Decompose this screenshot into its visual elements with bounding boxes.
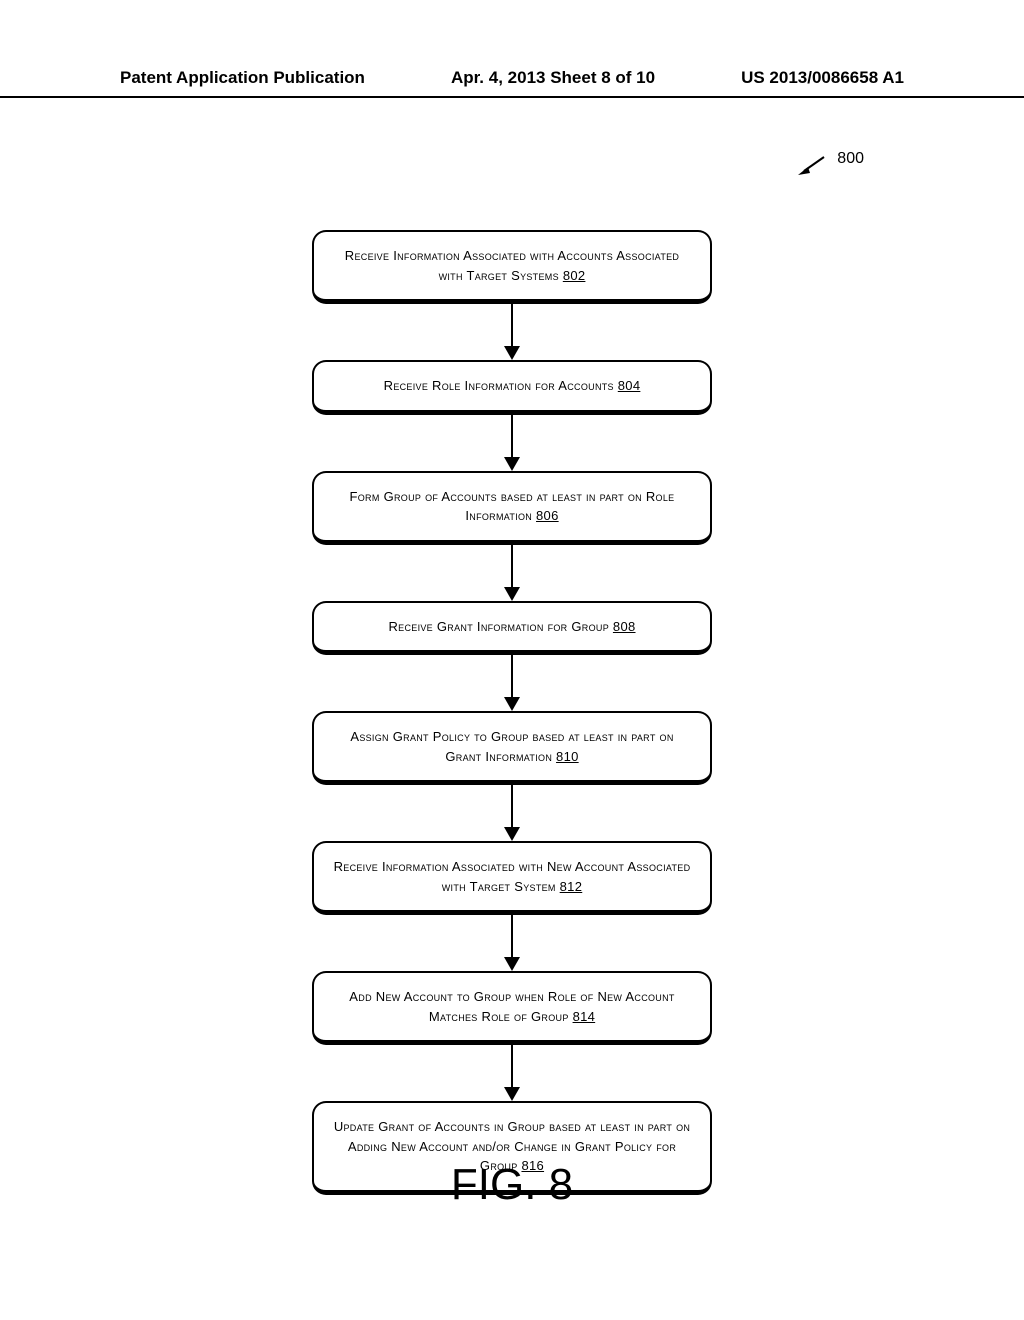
flow-step: Receive Information Associated with Acco… xyxy=(312,230,712,304)
flow-step: Assign Grant Policy to Group based at le… xyxy=(312,711,712,785)
flow-connector xyxy=(504,785,520,841)
flow-connector xyxy=(504,415,520,471)
step-text: Receive Information Associated with New … xyxy=(334,859,691,894)
step-text: Receive Role Information for Accounts xyxy=(384,378,614,393)
step-ref: 812 xyxy=(560,879,583,894)
flow-connector xyxy=(504,1045,520,1101)
step-ref: 808 xyxy=(613,619,636,634)
figure-caption: FIG. 8 xyxy=(0,1160,1024,1210)
flow-connector xyxy=(504,545,520,601)
header-center: Apr. 4, 2013 Sheet 8 of 10 xyxy=(451,68,655,88)
ref-arrow-icon xyxy=(796,155,826,175)
step-text: Form Group of Accounts based at least in… xyxy=(350,489,675,524)
step-ref: 804 xyxy=(618,378,641,393)
flow-step: Receive Information Associated with New … xyxy=(312,841,712,915)
flow-step: Receive Grant Information for Group 808 xyxy=(312,601,712,656)
flow-connector xyxy=(504,304,520,360)
flowchart: Receive Information Associated with Acco… xyxy=(0,230,1024,1195)
step-ref: 802 xyxy=(563,268,586,283)
step-ref: 814 xyxy=(573,1009,596,1024)
flow-step: Form Group of Accounts based at least in… xyxy=(312,471,712,545)
flow-connector xyxy=(504,655,520,711)
flow-connector xyxy=(504,915,520,971)
flow-step: Add New Account to Group when Role of Ne… xyxy=(312,971,712,1045)
step-text: Receive Grant Information for Group xyxy=(388,619,609,634)
page-header: Patent Application Publication Apr. 4, 2… xyxy=(0,68,1024,98)
header-left: Patent Application Publication xyxy=(120,68,365,88)
step-ref: 810 xyxy=(556,749,579,764)
flow-step: Receive Role Information for Accounts 80… xyxy=(312,360,712,415)
figure-ref-number: 800 xyxy=(837,150,864,168)
step-text: Assign Grant Policy to Group based at le… xyxy=(350,729,673,764)
header-right: US 2013/0086658 A1 xyxy=(741,68,904,88)
step-ref: 806 xyxy=(536,508,559,523)
step-text: Add New Account to Group when Role of Ne… xyxy=(349,989,674,1024)
step-text: Receive Information Associated with Acco… xyxy=(345,248,679,283)
